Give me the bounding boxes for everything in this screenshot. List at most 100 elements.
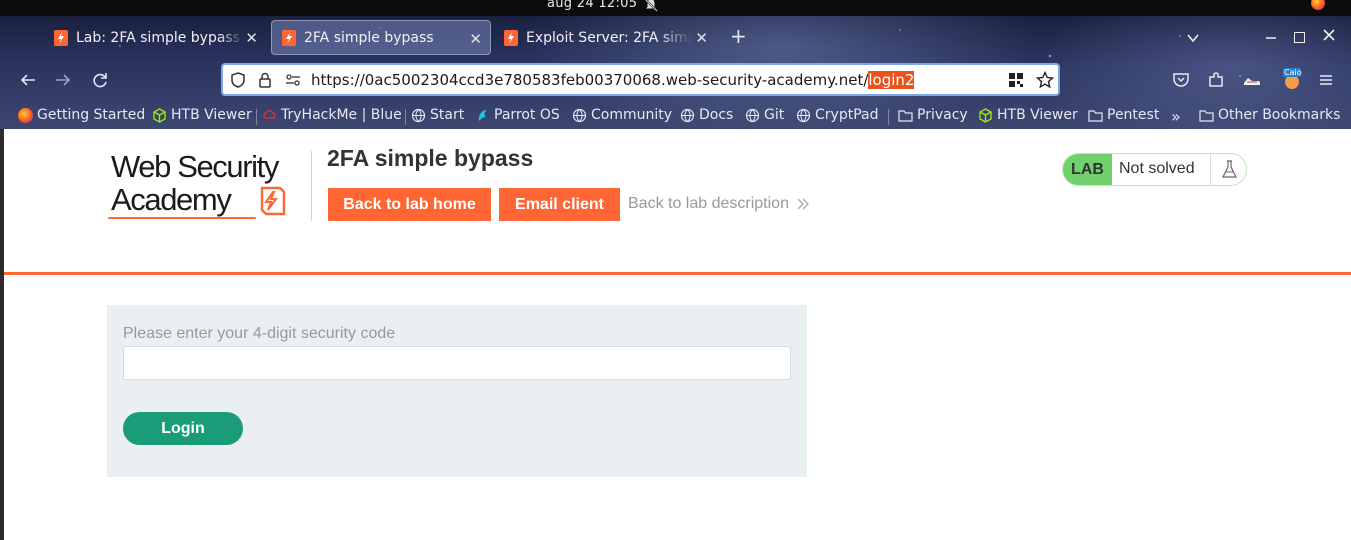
lab-status-widget: LAB Not solved xyxy=(1062,153,1247,186)
lab-flask-cell xyxy=(1210,154,1246,185)
tab-title: Lab: 2FA simple bypass | Web Security Ac… xyxy=(76,29,244,46)
bookmark-label: Getting Started xyxy=(37,107,146,123)
tab-lab-description[interactable]: Lab: 2FA simple bypass | Web Security Ac… xyxy=(44,20,266,55)
bookmark-htb-viewer-2[interactable]: HTB Viewer xyxy=(978,107,1078,123)
url-selected-path: login2 xyxy=(868,71,915,89)
close-tab-icon[interactable]: ✕ xyxy=(469,30,482,48)
bookmark-folder-privacy[interactable]: Privacy xyxy=(898,107,968,123)
bookmark-label: Pentest xyxy=(1107,107,1160,123)
close-tab-icon[interactable]: ✕ xyxy=(245,29,258,47)
desktop-edge-strip xyxy=(0,129,4,540)
bookmark-separator xyxy=(405,109,406,125)
notifications-muted-icon[interactable] xyxy=(644,0,658,12)
bookmark-cryptpad[interactable]: CryptPad xyxy=(796,107,878,123)
bookmark-label: CryptPad xyxy=(815,107,879,123)
bookmark-label: Docs xyxy=(699,107,734,123)
url-text[interactable]: https://0ac5002304ccd3e780583feb00370068… xyxy=(311,71,915,89)
tracking-protection-shield-icon[interactable] xyxy=(230,72,246,88)
bookmark-star-icon[interactable] xyxy=(1036,71,1054,89)
new-tab-button[interactable]: + xyxy=(730,26,747,46)
maximize-window-icon[interactable] xyxy=(1294,32,1305,43)
firefox-tray-icon[interactable] xyxy=(1311,0,1325,10)
minimize-window-icon[interactable] xyxy=(1265,28,1277,40)
os-clock[interactable]: aug 24 12:05 xyxy=(547,0,637,11)
portswigger-favicon-icon xyxy=(504,29,518,46)
back-arrow-icon[interactable] xyxy=(18,70,38,90)
bookmark-separator xyxy=(256,109,257,125)
tryhackme-icon xyxy=(263,109,276,119)
double-chevron-right-icon xyxy=(797,198,809,210)
bookmarks-overflow-button[interactable]: » xyxy=(1171,107,1181,126)
lab-badge: LAB xyxy=(1063,154,1112,185)
tab-strip: Lab: 2FA simple bypass | Web Security Ac… xyxy=(0,16,1351,60)
bookmark-label: Git xyxy=(764,107,785,123)
bookmarks-toolbar: Getting Started HTB Viewer TryHackMe | B… xyxy=(0,104,1351,129)
back-to-lab-description-link[interactable]: Back to lab description xyxy=(628,195,789,213)
bookmark-community[interactable]: Community xyxy=(572,107,672,123)
back-to-lab-home-button[interactable]: Back to lab home xyxy=(328,188,491,221)
bookmark-folder-pentest[interactable]: Pentest xyxy=(1088,107,1159,123)
globe-icon xyxy=(572,108,587,122)
portswigger-favicon-icon xyxy=(54,29,68,46)
bookmark-label: Start xyxy=(430,107,465,123)
bookmark-folder-other[interactable]: Other Bookmarks xyxy=(1199,107,1340,123)
bookmark-git[interactable]: Git xyxy=(745,107,784,123)
close-tab-icon[interactable]: ✕ xyxy=(695,29,708,47)
portswigger-favicon-icon xyxy=(282,29,296,46)
lock-icon[interactable] xyxy=(258,72,272,88)
tab-title: Exploit Server: 2FA simple bypass xyxy=(526,29,692,46)
folder-icon xyxy=(1199,109,1214,122)
url-host: https://0ac5002304ccd3e780583feb00370068… xyxy=(311,71,869,89)
header-orange-rule xyxy=(0,272,1351,275)
page-content: Web Security Academy 2FA simple bypass B… xyxy=(0,129,1351,540)
forward-arrow-icon[interactable] xyxy=(53,70,73,90)
bookmark-parrot-os[interactable]: Parrot OS xyxy=(475,107,560,123)
bookmark-label: HTB Viewer xyxy=(171,107,252,123)
bookmark-docs[interactable]: Docs xyxy=(680,107,733,123)
email-client-button[interactable]: Email client xyxy=(499,188,620,221)
sneaker-extension-icon[interactable] xyxy=(1242,70,1262,90)
globe-icon xyxy=(411,108,426,122)
bookmark-htb-viewer[interactable]: HTB Viewer xyxy=(152,107,252,123)
navigation-toolbar: https://0ac5002304ccd3e780583feb00370068… xyxy=(0,60,1351,100)
bookmark-tryhackme[interactable]: TryHackMe | Blue xyxy=(262,107,402,123)
security-code-input[interactable] xyxy=(123,346,791,380)
extensions-puzzle-icon[interactable] xyxy=(1206,70,1226,90)
logo-lightning-icon xyxy=(260,186,286,216)
login-button[interactable]: Login xyxy=(123,412,243,445)
qr-code-icon[interactable] xyxy=(1009,73,1023,87)
account-avatar[interactable]: Caio xyxy=(1281,68,1303,90)
security-code-label: Please enter your 4-digit security code xyxy=(123,325,396,342)
tab-2fa-simple-bypass[interactable]: 2FA simple bypass ✕ xyxy=(271,20,491,55)
logo-text-line1: Web Security xyxy=(111,149,279,184)
globe-icon xyxy=(745,108,760,122)
header-divider xyxy=(311,151,312,221)
pocket-icon[interactable] xyxy=(1171,70,1191,90)
lab-title: 2FA simple bypass xyxy=(327,145,534,171)
permissions-icon[interactable] xyxy=(285,74,301,86)
chevron-down-icon[interactable] xyxy=(1186,31,1200,45)
globe-icon xyxy=(680,108,695,122)
bookmark-label: TryHackMe | Blue xyxy=(281,107,402,123)
bookmark-start[interactable]: Start xyxy=(411,107,464,123)
parrot-icon xyxy=(478,109,487,121)
os-top-bar: aug 24 12:05 xyxy=(0,0,1351,16)
bookmark-separator xyxy=(888,109,889,125)
firefox-icon xyxy=(18,107,33,123)
bookmark-label: HTB Viewer xyxy=(997,107,1078,123)
htb-icon xyxy=(979,107,992,123)
web-security-academy-logo[interactable]: Web Security Academy xyxy=(108,150,308,222)
bookmark-label: Privacy xyxy=(917,107,968,123)
hamburger-menu-icon[interactable] xyxy=(1316,70,1336,90)
bookmark-getting-started[interactable]: Getting Started xyxy=(18,107,145,123)
account-badge-label: Caio xyxy=(1284,68,1302,77)
logo-underline xyxy=(108,217,256,219)
close-window-icon[interactable] xyxy=(1322,28,1336,42)
flask-icon xyxy=(1222,160,1237,178)
bookmark-label: Community xyxy=(591,107,673,123)
tab-exploit-server[interactable]: Exploit Server: 2FA simple bypass ✕ xyxy=(494,20,716,55)
address-bar[interactable]: https://0ac5002304ccd3e780583feb00370068… xyxy=(221,63,1060,96)
lab-solved-status: Not solved xyxy=(1119,160,1195,177)
browser-chrome: Lab: 2FA simple bypass | Web Security Ac… xyxy=(0,16,1351,129)
reload-icon[interactable] xyxy=(90,70,110,90)
